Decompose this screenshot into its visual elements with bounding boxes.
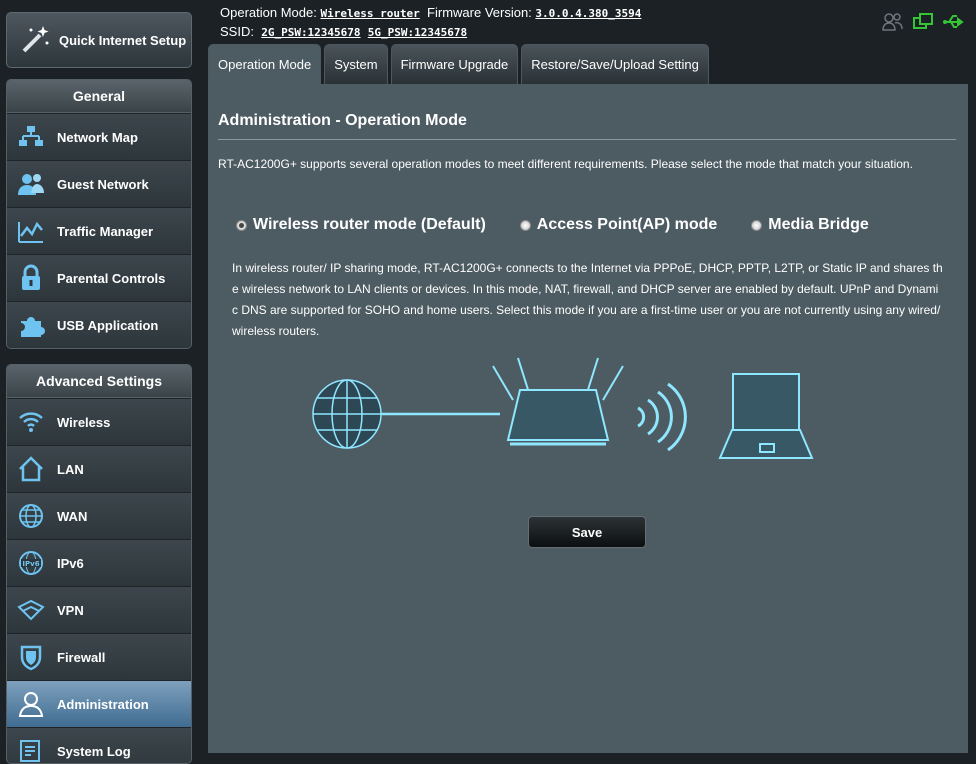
wan-icon <box>16 501 46 531</box>
general-menu-title: General <box>7 80 191 113</box>
sidebar-item-administration[interactable]: Administration <box>7 680 191 727</box>
sidebar-item-label: System Log <box>57 743 131 759</box>
mode-description: In wireless router/ IP sharing mode, RT-… <box>232 261 943 338</box>
ipv6-icon: IPv6 <box>16 548 46 578</box>
page-description: RT-AC1200G+ supports several operation m… <box>218 157 913 171</box>
status-icons <box>882 12 966 37</box>
sidebar-item-system-log[interactable]: System Log <box>7 727 191 763</box>
sidebar-item-firewall[interactable]: Firewall <box>7 633 191 680</box>
quick-internet-setup-button[interactable]: Quick Internet Setup <box>6 12 192 68</box>
network-map-icon <box>16 122 46 152</box>
guest-network-icon <box>16 169 46 199</box>
sidebar-item-label: Administration <box>57 696 149 712</box>
tab-firmware-upgrade[interactable]: Firmware Upgrade <box>390 44 519 84</box>
advanced-settings-title: Advanced Settings <box>7 365 191 398</box>
usb-status-icon[interactable] <box>942 12 966 37</box>
router-icon <box>492 357 624 446</box>
administration-icon <box>16 689 46 719</box>
sidebar: Quick Internet Setup General Network Map… <box>0 0 200 764</box>
ssid-5g-link[interactable]: 5G_PSW:12345678 <box>368 26 467 39</box>
sidebar-item-label: Firewall <box>57 649 106 665</box>
sidebar-item-traffic-manager[interactable]: Traffic Manager <box>7 207 191 254</box>
sidebar-item-ipv6[interactable]: IPv6 IPv6 <box>7 539 191 586</box>
sidebar-item-lan[interactable]: LAN <box>7 445 191 492</box>
laptop-icon <box>718 373 814 459</box>
quick-internet-setup-label: Quick Internet Setup <box>59 32 187 48</box>
sidebar-item-label: USB Application <box>57 317 159 333</box>
mode-option-wireless-router[interactable]: Wireless router mode (Default) <box>236 216 486 234</box>
sidebar-item-label: LAN <box>57 461 84 477</box>
tab-bar: Operation Mode System Firmware Upgrade R… <box>208 44 709 84</box>
magic-wand-icon <box>15 20 55 60</box>
system-log-icon <box>16 736 46 763</box>
sidebar-item-usb-application[interactable]: USB Application <box>7 301 191 348</box>
firewall-icon <box>16 642 46 672</box>
operation-mode-link[interactable]: Wireless router <box>320 7 419 20</box>
operation-mode-options: Wireless router mode (Default) Access Po… <box>236 216 903 234</box>
vpn-icon <box>16 595 46 625</box>
sidebar-item-parental-controls[interactable]: Parental Controls <box>7 254 191 301</box>
sidebar-item-vpn[interactable]: VPN <box>7 586 191 633</box>
sidebar-item-label: IPv6 <box>57 555 84 571</box>
sidebar-item-label: Guest Network <box>57 176 149 192</box>
wireless-icon <box>16 407 46 437</box>
sidebar-item-label: Traffic Manager <box>57 223 154 239</box>
sidebar-item-guest-network[interactable]: Guest Network <box>7 160 191 207</box>
mode-option-access-point[interactable]: Access Point(AP) mode <box>519 216 718 234</box>
sidebar-item-label: Network Map <box>57 129 138 145</box>
wireless-router-radio[interactable] <box>236 219 247 231</box>
mode-option-media-bridge[interactable]: Media Bridge <box>751 216 869 234</box>
internet-status-icon[interactable] <box>912 12 934 37</box>
sidebar-item-network-map[interactable]: Network Map <box>7 113 191 160</box>
ssid-label: SSID: <box>220 24 254 39</box>
sidebar-item-wireless[interactable]: Wireless <box>7 398 191 445</box>
sidebar-item-label: Wireless <box>57 414 111 430</box>
tab-system[interactable]: System <box>324 44 388 84</box>
title-divider <box>218 139 956 140</box>
sidebar-item-label: Parental Controls <box>57 270 166 286</box>
operation-mode-line: Operation Mode: Wireless router Firmware… <box>220 5 641 20</box>
main-panel: Administration - Operation Mode RT-AC120… <box>208 84 968 753</box>
mode-option-label: Access Point(AP) mode <box>536 216 718 233</box>
save-button[interactable]: Save <box>528 516 646 548</box>
operation-mode-diagram <box>308 352 828 477</box>
sidebar-item-wan[interactable]: WAN <box>7 492 191 539</box>
parental-controls-icon <box>16 263 46 293</box>
svg-text:IPv6: IPv6 <box>22 560 39 568</box>
page-title: Administration - Operation Mode <box>218 112 467 129</box>
mode-option-label: Media Bridge <box>768 216 869 233</box>
top-status-bar: Operation Mode: Wireless router Firmware… <box>208 0 976 44</box>
access-point-radio[interactable] <box>519 219 531 231</box>
internet-globe-icon <box>312 379 382 449</box>
tab-operation-mode[interactable]: Operation Mode <box>208 44 322 84</box>
ssid-line: SSID: 2G_PSW:12345678 5G_PSW:12345678 <box>220 24 467 39</box>
firmware-version-label: Firmware Version: <box>427 5 532 20</box>
wireless-signal-icon <box>637 382 687 452</box>
firmware-version-link[interactable]: 3.0.0.4.380_3594 <box>535 7 641 20</box>
general-menu: General Network Map Guest Network Traffi… <box>6 79 192 349</box>
mode-option-label: Wireless router mode (Default) <box>253 216 486 233</box>
lan-icon <box>16 454 46 484</box>
usb-application-icon <box>16 310 46 340</box>
advanced-settings-menu: Advanced Settings Wireless LAN WAN IPv6 … <box>6 364 192 764</box>
operation-mode-label: Operation Mode: <box>220 5 317 20</box>
traffic-manager-icon <box>16 216 46 246</box>
sidebar-item-label: WAN <box>57 508 88 524</box>
clients-status-icon[interactable] <box>882 12 904 37</box>
sidebar-item-label: VPN <box>57 602 84 618</box>
ssid-2g-link[interactable]: 2G_PSW:12345678 <box>261 26 360 39</box>
tab-restore-save-upload[interactable]: Restore/Save/Upload Setting <box>521 44 709 84</box>
media-bridge-radio[interactable] <box>751 219 763 231</box>
